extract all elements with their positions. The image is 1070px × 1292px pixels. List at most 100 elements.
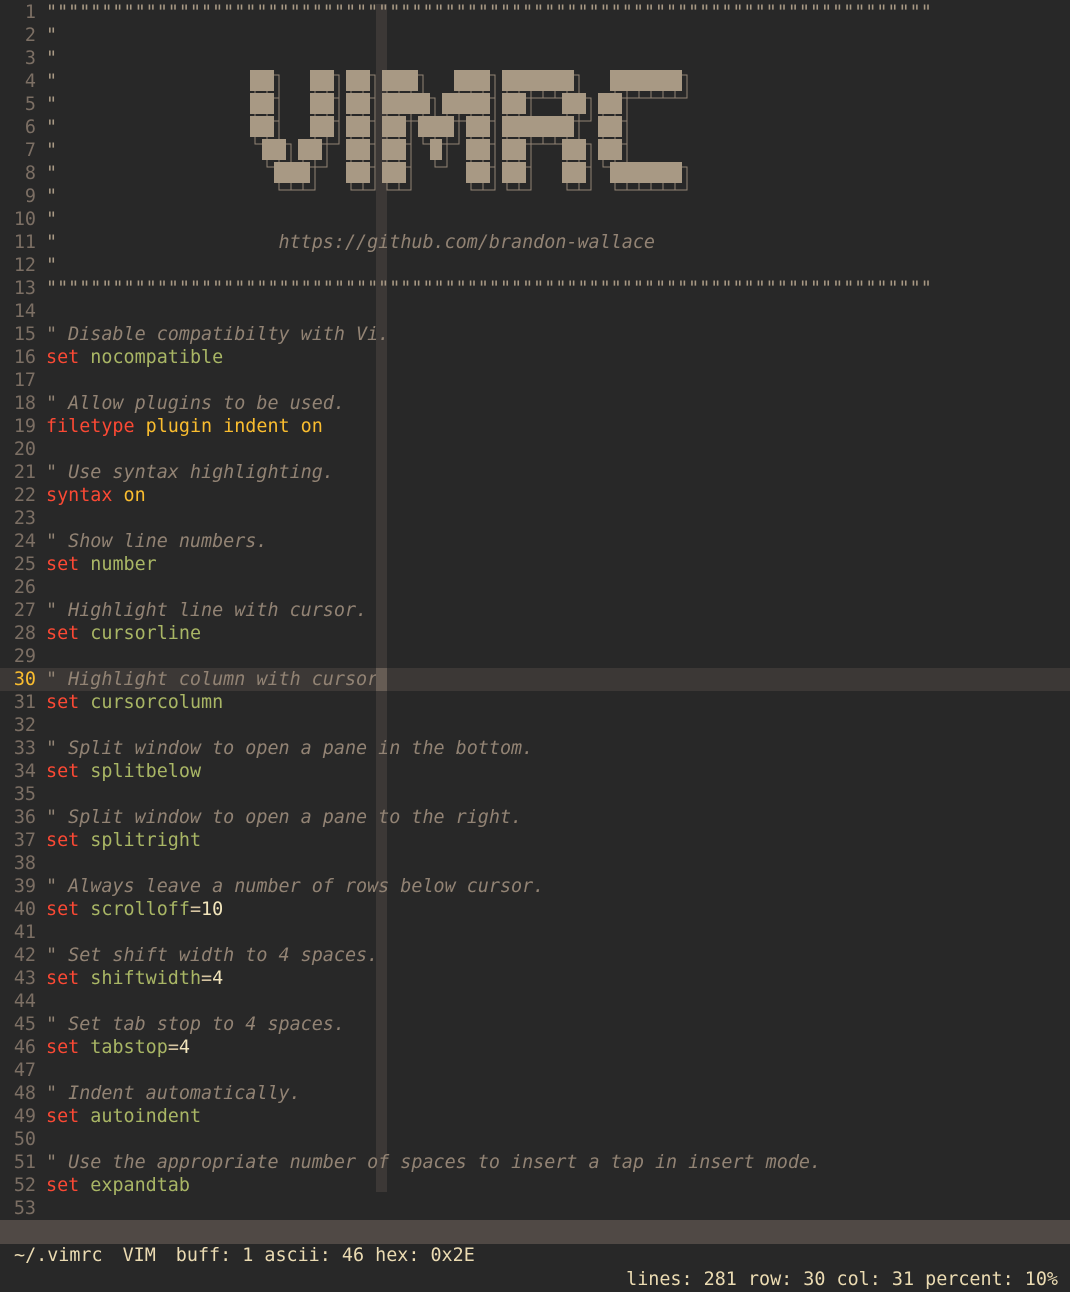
buffer-line[interactable]: 16 set nocompatible (0, 346, 1070, 369)
buffer-line[interactable]: 18 " Allow plugins to be used. (0, 392, 1070, 415)
buffer-line[interactable]: 32 (0, 714, 1070, 737)
logo-block-cell (358, 162, 370, 183)
buffer-line[interactable]: 50 (0, 1128, 1070, 1151)
token-number: 4 (178, 1037, 190, 1058)
buffer-line[interactable]: 44 (0, 990, 1070, 1013)
buffer-line[interactable]: 41 (0, 921, 1070, 944)
logo-block-cell (574, 93, 586, 114)
buffer-line[interactable]: 13 """"""""""""""""""""""""""""""""""""""… (0, 277, 1070, 300)
buffer-line[interactable]: 26 (0, 576, 1070, 599)
buffer-line[interactable]: 3 " (0, 47, 1070, 70)
line-number: 34 (13, 761, 36, 782)
token-banner: " (46, 186, 58, 207)
buffer-line[interactable]: 17 (0, 369, 1070, 392)
logo-block-cell (310, 116, 322, 137)
buffer-line[interactable]: 49 set autoindent (0, 1105, 1070, 1128)
token-keyword: set (46, 830, 80, 851)
buffer-line[interactable]: 10 " (0, 208, 1070, 231)
token-plain: = (201, 968, 213, 989)
buffer-line[interactable]: 1 """""""""""""""""""""""""""""""""""""""… (0, 1, 1070, 24)
buffer-line[interactable]: 42 " Set shift width to 4 spaces. (0, 944, 1070, 967)
line-text: " (46, 162, 57, 185)
logo-block-cell (250, 93, 262, 114)
buffer-line[interactable]: 22 syntax on (0, 484, 1070, 507)
buffer-line[interactable]: 25 set number (0, 553, 1070, 576)
buffer-line[interactable]: 19 filetype plugin indent on (0, 415, 1070, 438)
line-number: 8 (24, 163, 36, 184)
logo-block-cell (262, 70, 274, 91)
logo-block-cell (394, 139, 406, 160)
buffer-line[interactable]: 28 set cursorline (0, 622, 1070, 645)
buffer-line[interactable]: 43 set shiftwidth=4 (0, 967, 1070, 990)
buffer-line[interactable]: 40 set scrolloff=10 (0, 898, 1070, 921)
buffer-line[interactable]: 52 set expandtab (0, 1174, 1070, 1197)
token-option: expandtab (90, 1175, 190, 1196)
line-text: """"""""""""""""""""""""""""""""""""""""… (46, 1, 932, 24)
logo-block-cell (382, 116, 394, 137)
token-number: 4 (212, 968, 224, 989)
buffer-line[interactable]: 29 (0, 645, 1070, 668)
logo-block-cell (598, 116, 610, 137)
line-number: 47 (13, 1060, 36, 1081)
line-text: set scrolloff=10 (46, 898, 223, 921)
buffer-line[interactable]: 27 " Highlight line with cursor. (0, 599, 1070, 622)
buffer-line[interactable]: 38 (0, 852, 1070, 875)
buffer-line[interactable]: 21 " Use syntax highlighting. (0, 461, 1070, 484)
logo-block-cell (394, 70, 406, 91)
buffer-line[interactable]: 37 set splitright (0, 829, 1070, 852)
buffer-line[interactable]: 23 (0, 507, 1070, 530)
buffer-line[interactable]: 34 set splitbelow (0, 760, 1070, 783)
buffer-line[interactable]: 14 (0, 300, 1070, 323)
logo-block-cell (670, 162, 682, 183)
buffer-line[interactable]: 20 (0, 438, 1070, 461)
buffer-line[interactable]: 48 " Indent automatically. (0, 1082, 1070, 1105)
buffer-line[interactable]: 51 " Use the appropriate number of spaces… (0, 1151, 1070, 1174)
logo-block-cell (250, 70, 262, 91)
current-line[interactable]: 30 " Highlight column with cursor. (0, 668, 1070, 691)
token-option: shiftwidth (90, 968, 202, 989)
line-number: 42 (13, 945, 36, 966)
buffer-line[interactable]: 33 " Split window to open a pane in the b… (0, 737, 1070, 760)
buffer-line[interactable]: 46 set tabstop=4 (0, 1036, 1070, 1059)
logo-block-cell (358, 93, 370, 114)
logo-block-cell (430, 139, 442, 160)
buffer-line[interactable]: 45 " Set tab stop to 4 spaces. (0, 1013, 1070, 1036)
token-keyword: set (46, 623, 80, 644)
buffer-line[interactable]: 2 " (0, 24, 1070, 47)
line-text: " (46, 208, 57, 231)
line-text: set shiftwidth=4 (46, 967, 223, 990)
logo-block-cell (514, 139, 526, 160)
buffer-line[interactable]: 24 " Show line numbers. (0, 530, 1070, 553)
logo-block-cell (382, 70, 394, 91)
token-banner: " (46, 163, 58, 184)
buffer-line[interactable]: 35 (0, 783, 1070, 806)
line-number: 14 (13, 301, 36, 322)
buffer-line[interactable]: 39 " Always leave a number of rows below … (0, 875, 1070, 898)
line-text: " (46, 116, 57, 139)
token-option: cursorline (90, 623, 202, 644)
line-text: " (46, 254, 57, 277)
token-keyword: set (46, 899, 80, 920)
token-comment: " Always leave a number of rows below cu… (46, 876, 545, 897)
buffer-line[interactable]: 36 " Split window to open a pane to the r… (0, 806, 1070, 829)
buffer-line[interactable]: 12 " (0, 254, 1070, 277)
editor-buffer[interactable]: 1 """""""""""""""""""""""""""""""""""""""… (0, 0, 1070, 1220)
line-number: 45 (13, 1014, 36, 1035)
logo-block-cell (610, 162, 622, 183)
vimrc-ascii-logo (250, 70, 688, 191)
buffer-line[interactable]: 53 (0, 1197, 1070, 1220)
token-comment: " Set shift width to 4 spaces. (46, 945, 379, 966)
buffer-line[interactable]: 15 " Disable compatibilty with Vi. (0, 323, 1070, 346)
logo-block-cell (574, 139, 586, 160)
logo-block-cell (274, 162, 286, 183)
buffer-line[interactable]: 31 set cursorcolumn (0, 691, 1070, 714)
buffer-line[interactable]: 11 " https://github.com/brandon-wallace (0, 231, 1070, 254)
token-keyword: set (46, 968, 80, 989)
logo-block-cell (346, 139, 358, 160)
buffer-line[interactable]: 47 (0, 1059, 1070, 1082)
line-text: set splitright (46, 829, 201, 852)
line-text: set cursorcolumn (46, 691, 223, 714)
line-text: " Split window to open a pane in the bot… (46, 737, 533, 760)
